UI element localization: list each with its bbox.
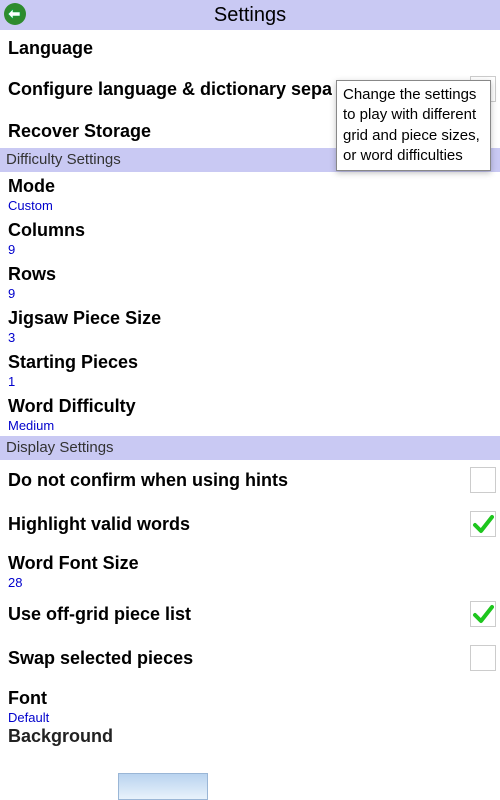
row-mode[interactable]: Mode Custom: [0, 172, 500, 216]
configure-label: Configure language & dictionary sepa: [8, 79, 332, 100]
row-offgrid-list[interactable]: Use off-grid piece list: [0, 594, 500, 634]
font-label: Font: [8, 688, 492, 709]
difficulty-tooltip: Change the settings to play with differe…: [336, 80, 491, 171]
no-confirm-hints-checkbox[interactable]: [470, 467, 496, 493]
columns-value: 9: [8, 242, 492, 257]
no-confirm-hints-label: Do not confirm when using hints: [8, 470, 288, 491]
word-font-size-label: Word Font Size: [8, 553, 492, 574]
word-difficulty-value: Medium: [8, 418, 492, 433]
columns-label: Columns: [8, 220, 492, 241]
starting-pieces-value: 1: [8, 374, 492, 389]
offgrid-list-label: Use off-grid piece list: [8, 604, 191, 625]
row-background[interactable]: Background: [0, 727, 500, 747]
word-font-size-value: 28: [8, 575, 492, 590]
row-swap-selected[interactable]: Swap selected pieces: [0, 638, 500, 678]
row-jigsaw-piece-size[interactable]: Jigsaw Piece Size 3: [0, 304, 500, 348]
row-highlight-valid[interactable]: Highlight valid words: [0, 504, 500, 544]
font-value: Default: [8, 710, 492, 725]
starting-pieces-label: Starting Pieces: [8, 352, 492, 373]
page-title: Settings: [214, 4, 286, 27]
mode-label: Mode: [8, 176, 492, 197]
section-display-title: Display Settings: [6, 439, 114, 456]
row-font[interactable]: Font Default: [0, 682, 500, 727]
header-bar: Settings: [0, 0, 500, 30]
background-thumbnail[interactable]: [118, 773, 208, 800]
swap-selected-label: Swap selected pieces: [8, 648, 193, 669]
tooltip-text: Change the settings to play with differe…: [343, 86, 480, 164]
piece-size-value: 3: [8, 330, 492, 345]
row-word-difficulty[interactable]: Word Difficulty Medium: [0, 392, 500, 436]
highlight-valid-label: Highlight valid words: [8, 514, 190, 535]
offgrid-list-checkbox[interactable]: [470, 601, 496, 627]
row-starting-pieces[interactable]: Starting Pieces 1: [0, 348, 500, 392]
highlight-valid-checkbox[interactable]: [470, 511, 496, 537]
row-columns[interactable]: Columns 9: [0, 216, 500, 260]
language-label: Language: [8, 38, 492, 59]
mode-value: Custom: [8, 198, 492, 213]
section-difficulty-title: Difficulty Settings: [6, 151, 121, 168]
piece-size-label: Jigsaw Piece Size: [8, 308, 492, 329]
back-arrow-icon: [8, 9, 22, 19]
section-display: Display Settings: [0, 436, 500, 460]
background-label: Background: [8, 726, 113, 747]
swap-selected-checkbox[interactable]: [470, 645, 496, 671]
row-word-font-size[interactable]: Word Font Size 28: [0, 548, 500, 594]
word-difficulty-label: Word Difficulty: [8, 396, 492, 417]
back-button[interactable]: [4, 3, 26, 25]
row-language[interactable]: Language: [0, 30, 500, 65]
row-no-confirm-hints[interactable]: Do not confirm when using hints: [0, 460, 500, 500]
rows-label: Rows: [8, 264, 492, 285]
rows-value: 9: [8, 286, 492, 301]
row-rows[interactable]: Rows 9: [0, 260, 500, 304]
